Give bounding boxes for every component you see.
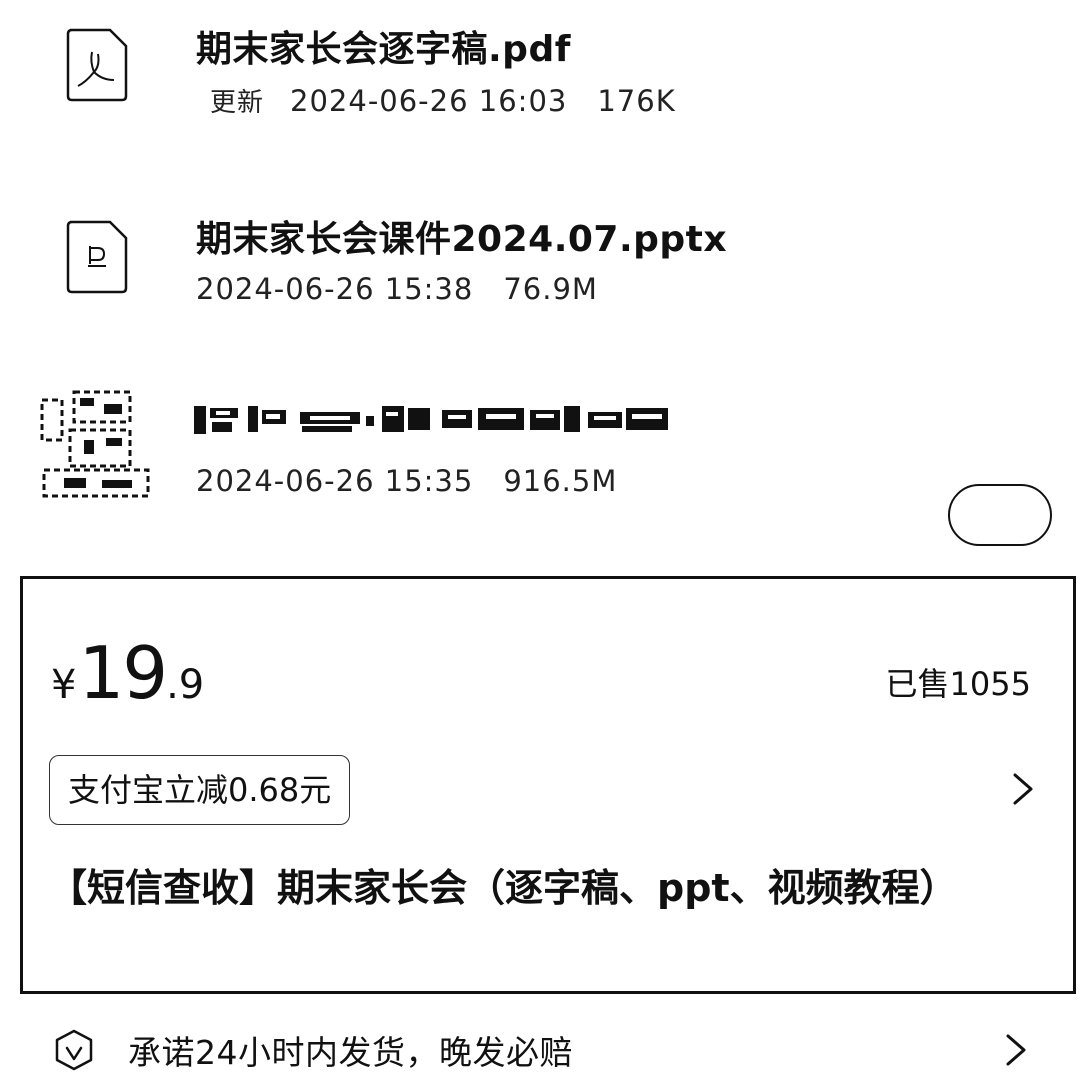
floating-pill-button[interactable]	[948, 484, 1052, 546]
price-decimal: .9	[166, 662, 205, 708]
file-size: 916.5M	[503, 464, 618, 498]
guarantee-row[interactable]: 承诺24小时内发货，晚发必赔	[0, 1010, 1080, 1085]
price-integer: 19	[78, 631, 168, 715]
file-date: 2024-06-26 15:38	[196, 272, 474, 306]
pdf-file-icon	[64, 26, 130, 102]
chevron-right-icon[interactable]	[1004, 1032, 1028, 1068]
file-date: 2024-06-26 15:35	[196, 464, 474, 498]
chevron-right-icon[interactable]	[1011, 771, 1035, 807]
file-item-pdf[interactable]: 期末家长会逐字稿.pdf 更新 2024-06-26 16:03 176K	[0, 0, 1080, 130]
updated-tag: 更新	[210, 88, 265, 118]
product-card[interactable]: ¥19.9 已售1055 支付宝立减0.68元 【短信查收】期末家长会（逐字稿、…	[20, 576, 1076, 994]
redacted-file-icon	[34, 380, 158, 504]
file-date: 2024-06-26 16:03	[290, 84, 568, 118]
redacted-file-name	[190, 402, 674, 438]
file-meta: 更新 2024-06-26 16:03 176K	[196, 82, 676, 119]
promo-badge[interactable]: 支付宝立减0.68元	[49, 755, 351, 825]
product-title: 【短信查收】期末家长会（逐字稿、ppt、视频教程）	[49, 866, 958, 910]
file-name: 期末家长会逐字稿.pdf	[196, 29, 571, 70]
file-meta: 2024-06-26 15:35 916.5M	[196, 464, 617, 498]
shield-icon	[52, 1028, 96, 1072]
sold-count: 已售1055	[885, 665, 1031, 703]
file-size: 76.9M	[503, 272, 598, 306]
file-name: 期末家长会课件2024.07.pptx	[196, 219, 728, 260]
file-meta: 2024-06-26 15:38 76.9M	[196, 272, 598, 306]
pptx-file-icon	[64, 218, 130, 294]
file-size: 176K	[597, 84, 676, 118]
price: ¥19.9	[51, 637, 204, 709]
file-item-pptx[interactable]: 期末家长会课件2024.07.pptx 2024-06-26 15:38 76.9…	[0, 190, 1080, 320]
currency-symbol: ¥	[51, 662, 77, 708]
guarantee-text: 承诺24小时内发货，晚发必赔	[128, 1033, 573, 1072]
